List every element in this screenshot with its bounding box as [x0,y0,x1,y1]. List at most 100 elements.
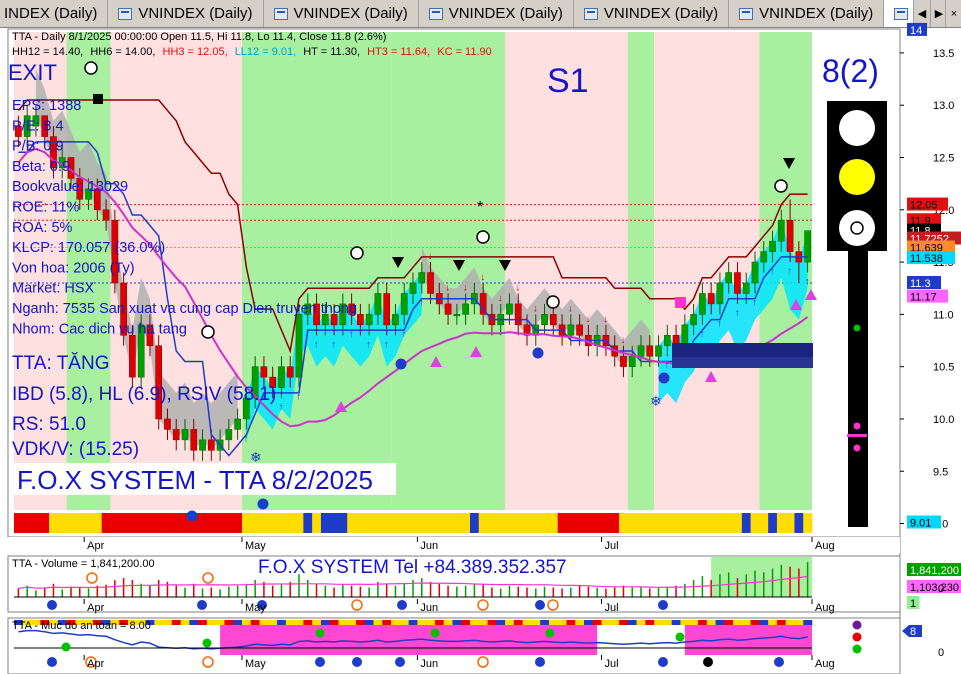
trend-zone [505,32,628,510]
square-marker-icon [675,297,686,308]
safety-top-cell [706,620,716,625]
one-marker-icon [186,510,198,522]
safety-top-cell [610,620,620,625]
sell-arrow-icon: ↓ [445,282,450,293]
candle-body [357,314,364,326]
safety-marker-icon [315,657,325,667]
zero-marker-icon [202,656,214,668]
one-marker-icon [395,358,407,370]
month-label: Jul [605,658,619,670]
safety-top-cell [680,620,690,625]
safety-top-cell [233,620,243,625]
safety-top-cell [303,620,313,625]
signal-cell [364,513,374,533]
volume-header: TTA - Volume = 1,841,200.00 [12,558,155,570]
zero-marker-icon [774,179,788,193]
status-label: TTA: TĂNG [12,353,109,374]
candle-body [707,293,715,305]
signal-cell [391,513,401,533]
safety-marker-icon [658,657,668,667]
buy-arrow-icon: ↑ [278,402,283,413]
safety-top-cell [189,620,199,625]
signal-cell [443,513,453,533]
signal-cell [461,513,471,533]
zero-marker-icon [202,572,214,584]
signal-cell [14,513,24,533]
s1-label: S1 [547,62,589,100]
price-header: TTA - Daily 8/1/2025 00:00:00 Open 11.5,… [12,31,386,43]
candle-body [181,429,189,441]
candle-body [751,261,759,284]
candle-body [365,314,373,326]
safety-top-cell [689,620,699,625]
y-tick-label: 10.5 [933,362,954,374]
safety-top-cell [768,620,778,625]
signal-cell [662,513,672,533]
candle-body [278,366,285,388]
safety-top-cell [294,620,304,625]
candle-body [646,345,654,357]
fundamental-item: ROE: 11% [12,200,80,216]
safety-top-cell [759,620,769,625]
signal-cell [145,513,155,533]
safety-top-cell [540,620,550,625]
safety-dot [61,642,71,652]
candle-body [567,324,575,336]
y-tick-label: 12.5 [933,153,954,165]
pole-dot-magenta-2 [853,444,861,452]
month-label: Jul [605,540,619,552]
signal-cell [548,513,558,533]
candle-body [637,345,645,357]
safety-header: TTA - Muc do an toan = 8.00 [12,620,151,632]
candle-body [628,355,636,367]
safety-top-cell [224,620,234,625]
volume-zone [711,557,812,597]
zero-marker-icon [476,230,490,244]
safety-top-cell [215,620,225,625]
safety-top-cell [320,620,330,625]
signal-cell [750,513,760,533]
price-tag-label: 11.538 [910,253,943,265]
signal-cell [40,513,50,533]
signal-cell [356,513,366,533]
safety-top-cell [285,620,295,625]
signal-cell [329,513,339,533]
safety-top-cell [487,620,497,625]
candle-body [663,335,671,346]
safety-top-cell [329,620,339,625]
chart-canvas: ↑↑↑↑↑↑↑↑↑↑↑↓↓↓↓↓↓↓↓↓↓↓↓↑↑↑↑↑↑↑↑↑*❄❄ TTA … [7,22,961,674]
safety-top-cell [250,620,260,625]
safety-tags: 8 [902,625,922,638]
signal-cell [312,513,322,533]
candle-body [444,303,452,315]
safety-top-cell [724,620,734,625]
signal-cell [794,513,804,533]
signal-cell [645,513,655,533]
safety-top-cell [408,620,418,625]
safety-marker-icon [703,657,713,667]
month-label: Aug [815,540,835,552]
safety-top-cell [776,620,786,625]
candle-body [541,314,548,326]
safety-top-cell [513,620,523,625]
buy-arrow-icon: ↑ [787,266,792,277]
signal-cell [513,513,523,533]
buy-arrow-icon: ↑ [296,392,301,403]
candle-body [383,293,391,326]
month-label: May [245,658,266,670]
buy-arrow-icon: ↑ [243,433,248,444]
fundamental-item: Market: HSX [12,281,95,297]
signal-cell [803,513,813,533]
buy-arrow-icon: ↑ [664,360,669,371]
safety-top-cell [347,620,357,625]
signal-cell [522,513,532,533]
signal-cell [566,513,576,533]
candle-body [453,314,461,317]
pole-dot-magenta [853,422,861,430]
safety-top-cell [180,620,190,625]
candle-body [164,418,171,430]
safety-top-cell [356,620,366,625]
safety-top-cell [785,620,795,625]
safety-top-cell [654,620,664,625]
month-label: Jun [420,602,438,614]
